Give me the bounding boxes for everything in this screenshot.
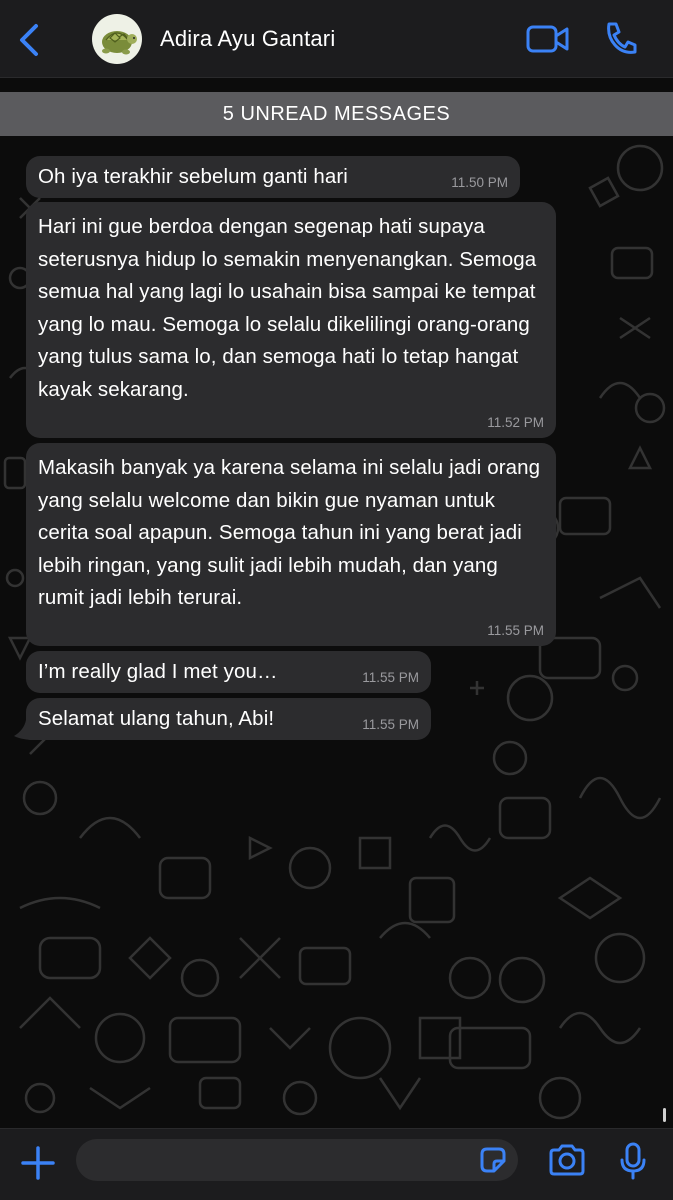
microphone-icon[interactable] xyxy=(618,1141,648,1181)
message-bubble[interactable]: I’m really glad I met you… 11.55 PM xyxy=(26,651,431,693)
message-timestamp: 11.55 PM xyxy=(362,670,419,685)
plus-icon[interactable] xyxy=(18,1143,58,1183)
scroll-indicator[interactable] xyxy=(663,1108,666,1122)
message-bubble[interactable]: Selamat ulang tahun, Abi! 11.55 PM xyxy=(26,698,431,740)
contact-name[interactable]: Adira Ayu Gantari xyxy=(160,26,335,52)
chat-header: Adira Ayu Gantari xyxy=(0,0,673,78)
chevron-left-icon[interactable] xyxy=(14,20,48,60)
chat-screen: Adira Ayu Gantari 5 UNREAD MESSAGES Oh i… xyxy=(0,0,673,1200)
avatar[interactable] xyxy=(92,14,142,64)
message-text: Hari ini gue berdoa dengan segenap hati … xyxy=(38,215,537,401)
message-text: Makasih banyak ya karena selama ini sela… xyxy=(38,456,541,609)
sticker-icon[interactable] xyxy=(478,1145,508,1175)
message-text: Oh iya terakhir sebelum ganti hari xyxy=(38,165,348,188)
message-input[interactable] xyxy=(76,1139,518,1181)
camera-icon[interactable] xyxy=(548,1143,586,1177)
unread-messages-banner: 5 UNREAD MESSAGES xyxy=(0,92,673,136)
video-camera-icon[interactable] xyxy=(526,24,570,54)
turtle-avatar-icon xyxy=(102,31,137,55)
message-timestamp: 11.50 PM xyxy=(451,175,508,190)
message-input-bar xyxy=(0,1128,673,1200)
message-timestamp: 11.55 PM xyxy=(487,623,544,638)
message-timestamp: 11.55 PM xyxy=(362,717,419,732)
message-bubble[interactable]: Makasih banyak ya karena selama ini sela… xyxy=(26,443,556,646)
phone-icon[interactable] xyxy=(603,20,637,56)
bubble-tail xyxy=(14,720,36,740)
message-bubble[interactable]: Oh iya terakhir sebelum ganti hari 11.50… xyxy=(26,156,520,198)
message-bubble[interactable]: Hari ini gue berdoa dengan segenap hati … xyxy=(26,202,556,438)
message-timestamp: 11.52 PM xyxy=(487,415,544,430)
